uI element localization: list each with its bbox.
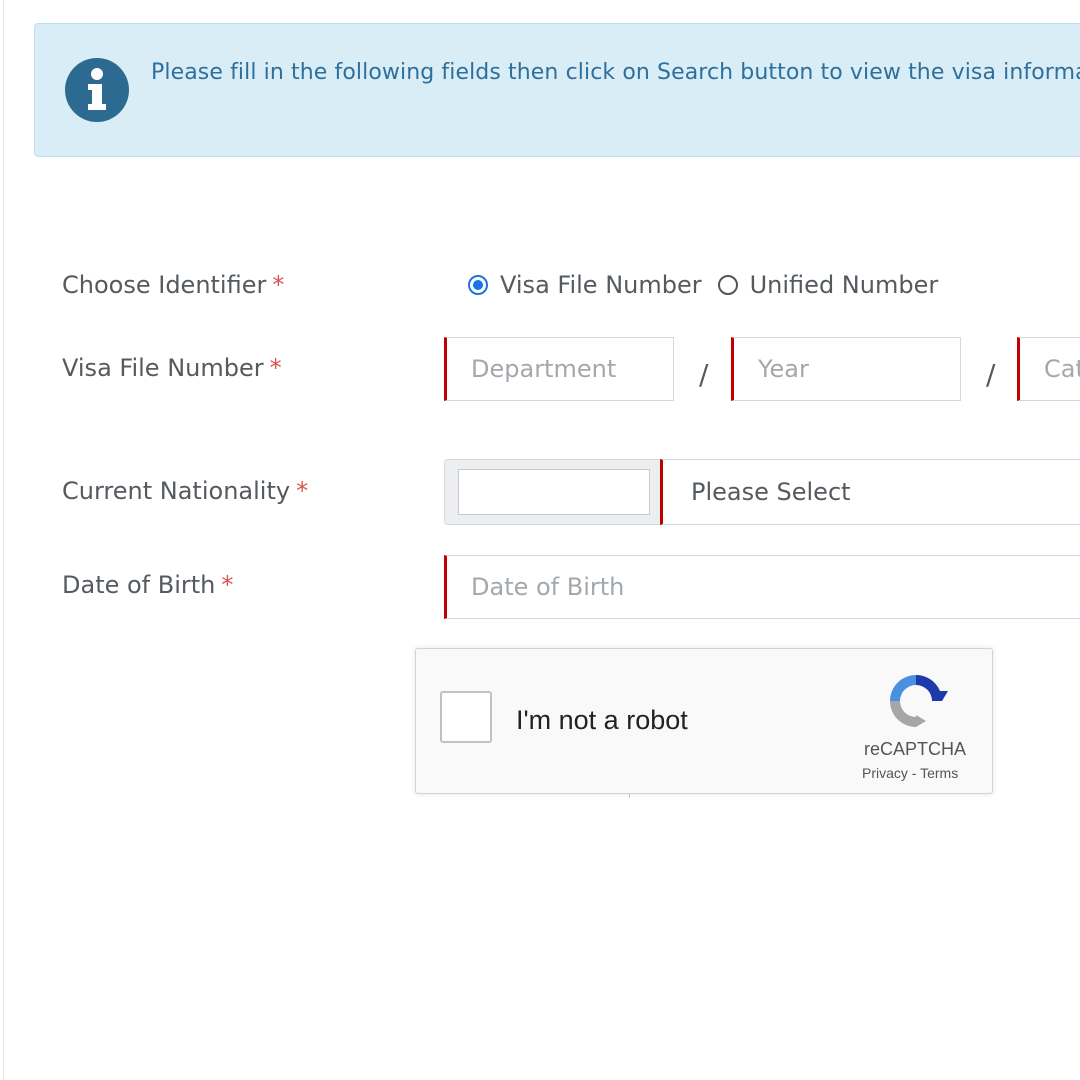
required-marker: * xyxy=(221,571,234,599)
info-alert: Please fill in the following fields then… xyxy=(34,23,1080,157)
radio-checked-icon[interactable] xyxy=(468,275,488,295)
required-marker: * xyxy=(269,354,282,382)
radio-unchecked-icon[interactable] xyxy=(717,275,738,295)
identifier-label: Choose Identifier * xyxy=(62,271,285,299)
privacy-link[interactable]: Privacy xyxy=(862,765,908,781)
radio-unified-number[interactable]: Unified Number xyxy=(717,271,939,299)
identifier-radio-group: Visa File Number Unified Number xyxy=(468,268,938,302)
radio-label-unified-number: Unified Number xyxy=(749,271,939,299)
alert-message: Please fill in the following fields then… xyxy=(151,60,1080,85)
recaptcha-checkbox[interactable] xyxy=(440,691,492,743)
nationality-field: Please Select xyxy=(444,459,1080,525)
department-input[interactable] xyxy=(444,337,674,401)
separator-slash: / xyxy=(699,358,709,391)
radio-visa-file-number[interactable]: Visa File Number xyxy=(468,271,702,299)
recaptcha-widget: I'm not a robot reCAPTCHA Privacy - Term… xyxy=(415,648,993,794)
left-border xyxy=(3,0,4,1080)
link-separator: - xyxy=(907,765,921,781)
recaptcha-logo-icon xyxy=(890,675,948,727)
nationality-code-input[interactable] xyxy=(458,469,650,515)
separator-slash: / xyxy=(986,358,996,391)
recaptcha-label: I'm not a robot xyxy=(516,705,688,735)
date-of-birth-input[interactable] xyxy=(444,555,1080,619)
page: Please fill in the following fields then… xyxy=(0,0,1080,1080)
required-marker: * xyxy=(296,477,309,505)
recaptcha-links: Privacy - Terms xyxy=(862,765,958,781)
nationality-select[interactable]: Please Select xyxy=(660,459,1080,525)
terms-link[interactable]: Terms xyxy=(920,765,958,781)
date-of-birth-label: Date of Birth * xyxy=(62,571,234,599)
required-marker: * xyxy=(272,271,285,299)
info-icon xyxy=(65,58,129,122)
recaptcha-brand: reCAPTCHA xyxy=(864,739,967,759)
divider-tick xyxy=(629,794,630,798)
category-input[interactable] xyxy=(1017,337,1080,401)
year-input[interactable] xyxy=(731,337,961,401)
nationality-label: Current Nationality * xyxy=(62,477,309,505)
nationality-selected-value: Please Select xyxy=(691,478,851,506)
radio-label-visa-file-number: Visa File Number xyxy=(500,271,702,299)
visa-file-number-label: Visa File Number * xyxy=(62,354,282,382)
